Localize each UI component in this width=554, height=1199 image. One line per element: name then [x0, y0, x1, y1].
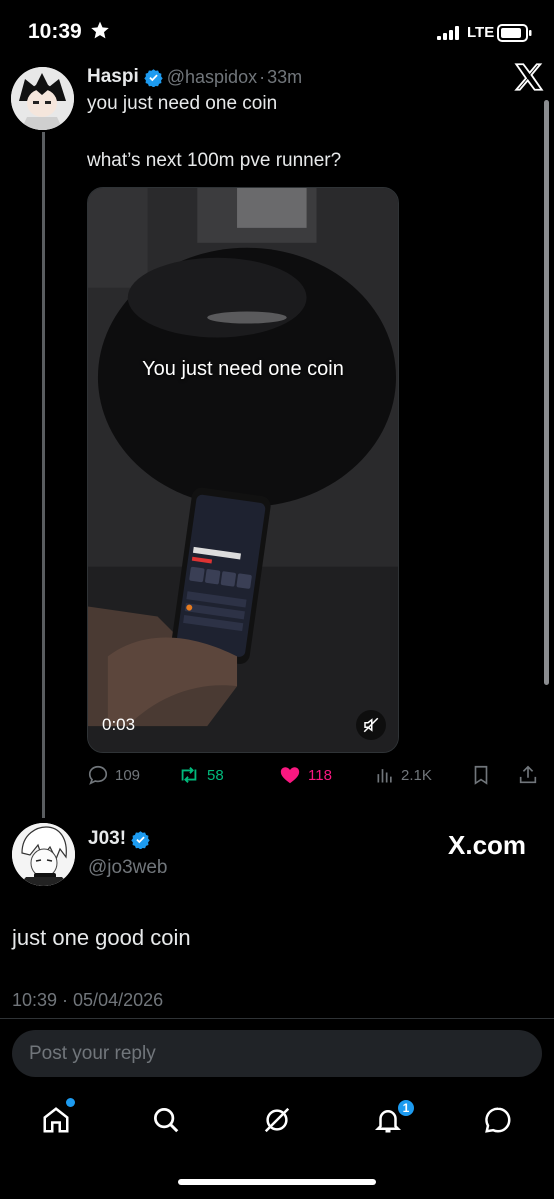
status-time: 10:39	[28, 20, 82, 43]
grok-icon	[264, 1107, 290, 1133]
chat-bubble-icon	[485, 1107, 511, 1133]
video-duration: 0:03	[102, 715, 136, 734]
views-button[interactable]: 2.1K	[375, 764, 432, 786]
tweet-text-line: what’s next 100m pve runner?	[87, 150, 342, 171]
author-handle[interactable]: @jo3web	[88, 857, 168, 879]
scrollbar[interactable]	[544, 100, 549, 685]
status-bar: 10:39 LTE	[0, 0, 554, 66]
home-indicator	[178, 1179, 376, 1185]
thread-connector	[42, 132, 45, 818]
separator-dot: ·	[259, 66, 266, 87]
avatar[interactable]	[12, 823, 75, 886]
x-logo-icon[interactable]	[512, 60, 546, 94]
author-handle[interactable]: @haspidox	[167, 67, 257, 88]
video-player[interactable]: You just need one coin 0:03	[87, 187, 399, 753]
share-button[interactable]	[517, 764, 539, 786]
repost-button[interactable]: 58	[177, 764, 224, 786]
divider	[0, 1018, 554, 1019]
repost-icon	[181, 767, 197, 783]
verified-badge-icon	[131, 830, 150, 849]
post-time[interactable]: 33m	[267, 67, 302, 88]
tab-grok[interactable]	[259, 1102, 295, 1138]
post-timestamp[interactable]: 10:39 · 05/04/2026	[12, 990, 163, 1011]
tweet-text-line: you just need one coin	[87, 93, 278, 114]
battery-icon	[497, 24, 532, 42]
reply-text: just one good coin	[12, 925, 191, 950]
like-count: 118	[308, 766, 332, 784]
reply-author[interactable]: J03!	[88, 828, 150, 850]
xcom-watermark: X.com	[448, 830, 527, 860]
tweet-header: Haspi @haspidox · 33m	[87, 64, 302, 90]
video-frame	[88, 188, 398, 752]
network-label: LTE	[467, 24, 495, 41]
repost-count: 58	[207, 766, 224, 784]
tab-search[interactable]	[148, 1102, 184, 1138]
notification-badge: 1	[396, 1098, 416, 1118]
search-icon	[154, 1108, 179, 1133]
reply-count: 109	[115, 766, 141, 784]
tab-home[interactable]	[38, 1102, 74, 1138]
reply-icon	[88, 765, 108, 785]
muted-speaker-icon	[363, 717, 379, 733]
reply-input[interactable]: Post your reply	[12, 1030, 542, 1077]
home-new-dot	[66, 1098, 75, 1107]
like-button[interactable]: 118	[278, 764, 332, 786]
avatar[interactable]	[11, 67, 74, 130]
bookmark-icon	[474, 765, 488, 785]
heart-icon	[280, 767, 300, 784]
reply-button[interactable]: 109	[87, 764, 140, 786]
tab-messages[interactable]	[480, 1102, 516, 1138]
author-name[interactable]: J03!	[88, 828, 126, 850]
signal-icon	[437, 26, 459, 40]
share-icon	[519, 765, 537, 784]
star-icon	[91, 21, 109, 39]
mute-button[interactable]	[356, 710, 386, 740]
home-icon	[43, 1107, 69, 1133]
bottom-tab-bar: 1	[0, 1090, 554, 1150]
video-caption: You just need one coin	[142, 358, 344, 380]
views-icon	[377, 769, 392, 783]
author-name[interactable]: Haspi	[87, 66, 139, 88]
bookmark-button[interactable]	[470, 764, 492, 786]
verified-badge-icon	[144, 68, 163, 87]
tweet-actions: 109 58 118 2.1K	[87, 764, 543, 790]
views-count: 2.1K	[401, 766, 432, 784]
